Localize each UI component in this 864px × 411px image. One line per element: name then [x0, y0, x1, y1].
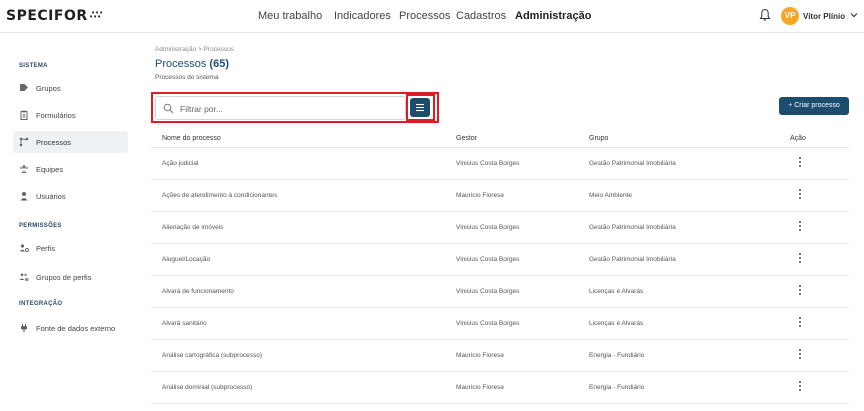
tag-icon	[20, 84, 28, 91]
sidebar-item-label: Perfis	[36, 244, 56, 253]
header-grupo[interactable]: Grupo	[589, 135, 608, 142]
filter-lines-icon	[416, 103, 424, 112]
sidebar-item-fonte-de-dados-externo[interactable]: Fonte de dados externo	[13, 317, 128, 339]
table-header: Nome do processo Gestor Grupo Ação	[151, 131, 849, 148]
top-bar: SPECIFOR ∴∵ Meu trabalho Indicadores Proc…	[0, 0, 864, 33]
cell-group: Gestão Patrimonial Imobiliária	[589, 256, 676, 263]
more-actions-icon[interactable]	[796, 157, 804, 171]
cell-process-name[interactable]: Ação judicial	[162, 160, 199, 167]
table-row[interactable]: Alvará de funcionamento Vinicius Costa Bo…	[151, 276, 849, 308]
nav-indicadores[interactable]: Indicadores	[334, 10, 391, 22]
sidebar-item-label: Processos	[36, 138, 72, 147]
search-input[interactable]	[180, 100, 400, 117]
cell-process-name[interactable]: Alvará sanitário	[162, 320, 207, 327]
bell-icon[interactable]	[759, 8, 771, 22]
table-row[interactable]: Alvará sanitário Vinicius Costa Borges Lic…	[151, 308, 849, 340]
profile-group-icon	[19, 273, 29, 281]
sidebar-section-sistema: SISTEMA	[19, 63, 48, 69]
cell-group: Energia - Fundiário	[589, 352, 645, 359]
cell-group: Licenças e Alvarás	[589, 320, 644, 327]
clipboard-icon	[20, 110, 28, 120]
sidebar-item-label: Grupos de perfis	[36, 273, 92, 282]
page-subtitle: Processos do sistema	[155, 74, 219, 81]
search-box[interactable]	[155, 96, 406, 120]
sidebar-item-formularios[interactable]: Formulários	[13, 104, 128, 126]
cell-group: Meio Ambiente	[589, 192, 632, 199]
cell-group: Gestão Patrimonial Imobiliária	[589, 160, 676, 167]
cell-manager: Vinicius Costa Borges	[456, 224, 520, 231]
cell-manager: Mauricio Fiorese	[456, 192, 505, 199]
cell-group: Licenças e Alvarás	[589, 288, 644, 295]
sidebar-item-label: Usuários	[36, 192, 66, 201]
more-actions-icon[interactable]	[796, 221, 804, 235]
header-nome[interactable]: Nome do processo	[162, 135, 221, 142]
table-row[interactable]: Análise cartográfica (subprocesso) Mauric…	[151, 340, 849, 372]
sidebar-item-label: Grupos	[36, 84, 61, 93]
table-row[interactable]: Ação judicial Vinicius Costa Borges Gestão…	[151, 148, 849, 180]
table-row[interactable]: Alienação de imóveis Vinicius Costa Borge…	[151, 212, 849, 244]
cell-manager: Vinicius Costa Borges	[456, 320, 520, 327]
cell-manager: Mauricio Fiorese	[456, 352, 505, 359]
main-content: Administração > Processos Processos (65)…	[142, 34, 864, 411]
nav-meu-trabalho[interactable]: Meu trabalho	[258, 10, 322, 22]
process-flow-icon	[19, 137, 29, 147]
nav-cadastros[interactable]: Cadastros	[456, 10, 506, 22]
sidebar-section-integracao: INTEGRAÇÃO	[19, 301, 63, 307]
cell-process-name[interactable]: Análise dominial (subprocesso)	[162, 384, 252, 391]
nav-administracao[interactable]: Administração	[515, 10, 591, 22]
more-actions-icon[interactable]	[796, 381, 804, 395]
cell-manager: Vinicius Costa Borges	[456, 256, 520, 263]
cell-process-name[interactable]: Aluguel/Locação	[162, 256, 210, 263]
cell-manager: Vinicius Costa Borges	[456, 288, 520, 295]
nav-processos[interactable]: Processos	[399, 10, 450, 22]
avatar[interactable]: VP	[781, 7, 799, 25]
page-title: Processos (65)	[155, 58, 229, 70]
sidebar-item-grupos-de-perfis[interactable]: Grupos de perfis	[13, 266, 128, 288]
sidebar: SISTEMA Grupos Formulários Processos Equ…	[0, 34, 142, 411]
cell-group: Gestão Patrimonial Imobiliária	[589, 224, 676, 231]
cell-group: Energia - Fundiário	[589, 384, 645, 391]
sidebar-item-label: Equipes	[36, 165, 64, 174]
more-actions-icon[interactable]	[796, 285, 804, 299]
table-row[interactable]: Aluguel/Locação Vinicius Costa Borges Gest…	[151, 244, 849, 276]
sidebar-item-perfis[interactable]: Perfis	[13, 237, 128, 259]
cell-manager: Mauricio Fiorese	[456, 384, 505, 391]
create-process-button[interactable]: + Criar processo	[779, 97, 849, 115]
cell-process-name[interactable]: Alienação de imóveis	[162, 224, 223, 231]
main-nav: Meu trabalho Indicadores Processos Cadas…	[0, 10, 864, 24]
breadcrumb: Administração > Processos	[155, 46, 234, 53]
cell-process-name[interactable]: Análise cartográfica (subprocesso)	[162, 352, 262, 359]
sidebar-item-usuarios[interactable]: Usuários	[13, 185, 128, 207]
user-icon	[20, 192, 28, 201]
sidebar-item-label: Fonte de dados externo	[36, 324, 116, 333]
cell-manager: Vinicius Costa Borges	[456, 160, 520, 167]
more-actions-icon[interactable]	[796, 253, 804, 267]
plug-icon	[21, 324, 27, 333]
team-icon	[19, 165, 29, 173]
more-actions-icon[interactable]	[796, 349, 804, 363]
table-row[interactable]: Ações de atendimento à condicionantes Mau…	[151, 180, 849, 212]
sidebar-item-label: Formulários	[36, 111, 76, 120]
more-actions-icon[interactable]	[796, 189, 804, 203]
sidebar-section-permissoes: PERMISSÕES	[19, 223, 62, 229]
page-title-count: (65)	[209, 58, 229, 70]
cell-process-name[interactable]: Alvará de funcionamento	[162, 288, 234, 295]
sidebar-item-equipes[interactable]: Equipes	[13, 158, 128, 180]
header-acao: Ação	[790, 135, 806, 142]
chevron-down-icon[interactable]	[850, 10, 858, 20]
header-gestor[interactable]: Gestor	[456, 135, 477, 142]
search-icon	[163, 103, 174, 114]
page-title-text: Processos	[155, 58, 207, 70]
cell-process-name[interactable]: Ações de atendimento à condicionantes	[162, 192, 277, 199]
filter-button[interactable]	[410, 98, 430, 117]
more-actions-icon[interactable]	[796, 317, 804, 331]
sidebar-item-grupos[interactable]: Grupos	[13, 77, 128, 99]
sidebar-item-processos[interactable]: Processos	[13, 131, 128, 153]
profile-icon	[19, 244, 29, 252]
table-row[interactable]: Análise dominial (subprocesso) Mauricio F…	[151, 372, 849, 404]
user-name[interactable]: Vitor Plínio	[803, 12, 845, 21]
